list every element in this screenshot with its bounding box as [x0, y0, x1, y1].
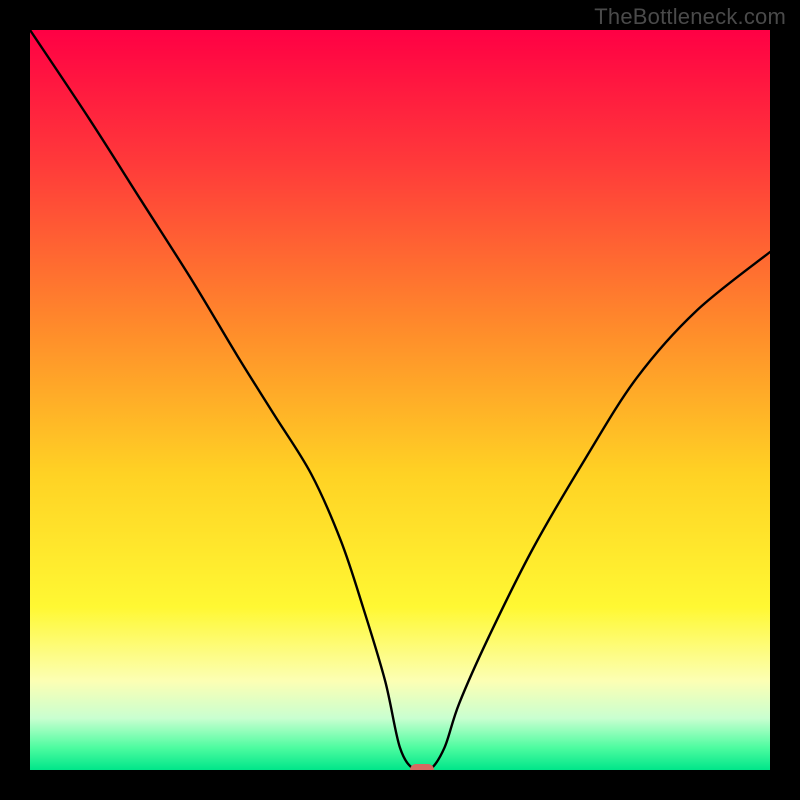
chart-frame: TheBottleneck.com — [0, 0, 800, 800]
plot-area — [30, 30, 770, 770]
optimum-marker — [410, 764, 434, 770]
bottleneck-curve — [30, 30, 770, 770]
watermark-text: TheBottleneck.com — [594, 4, 786, 30]
